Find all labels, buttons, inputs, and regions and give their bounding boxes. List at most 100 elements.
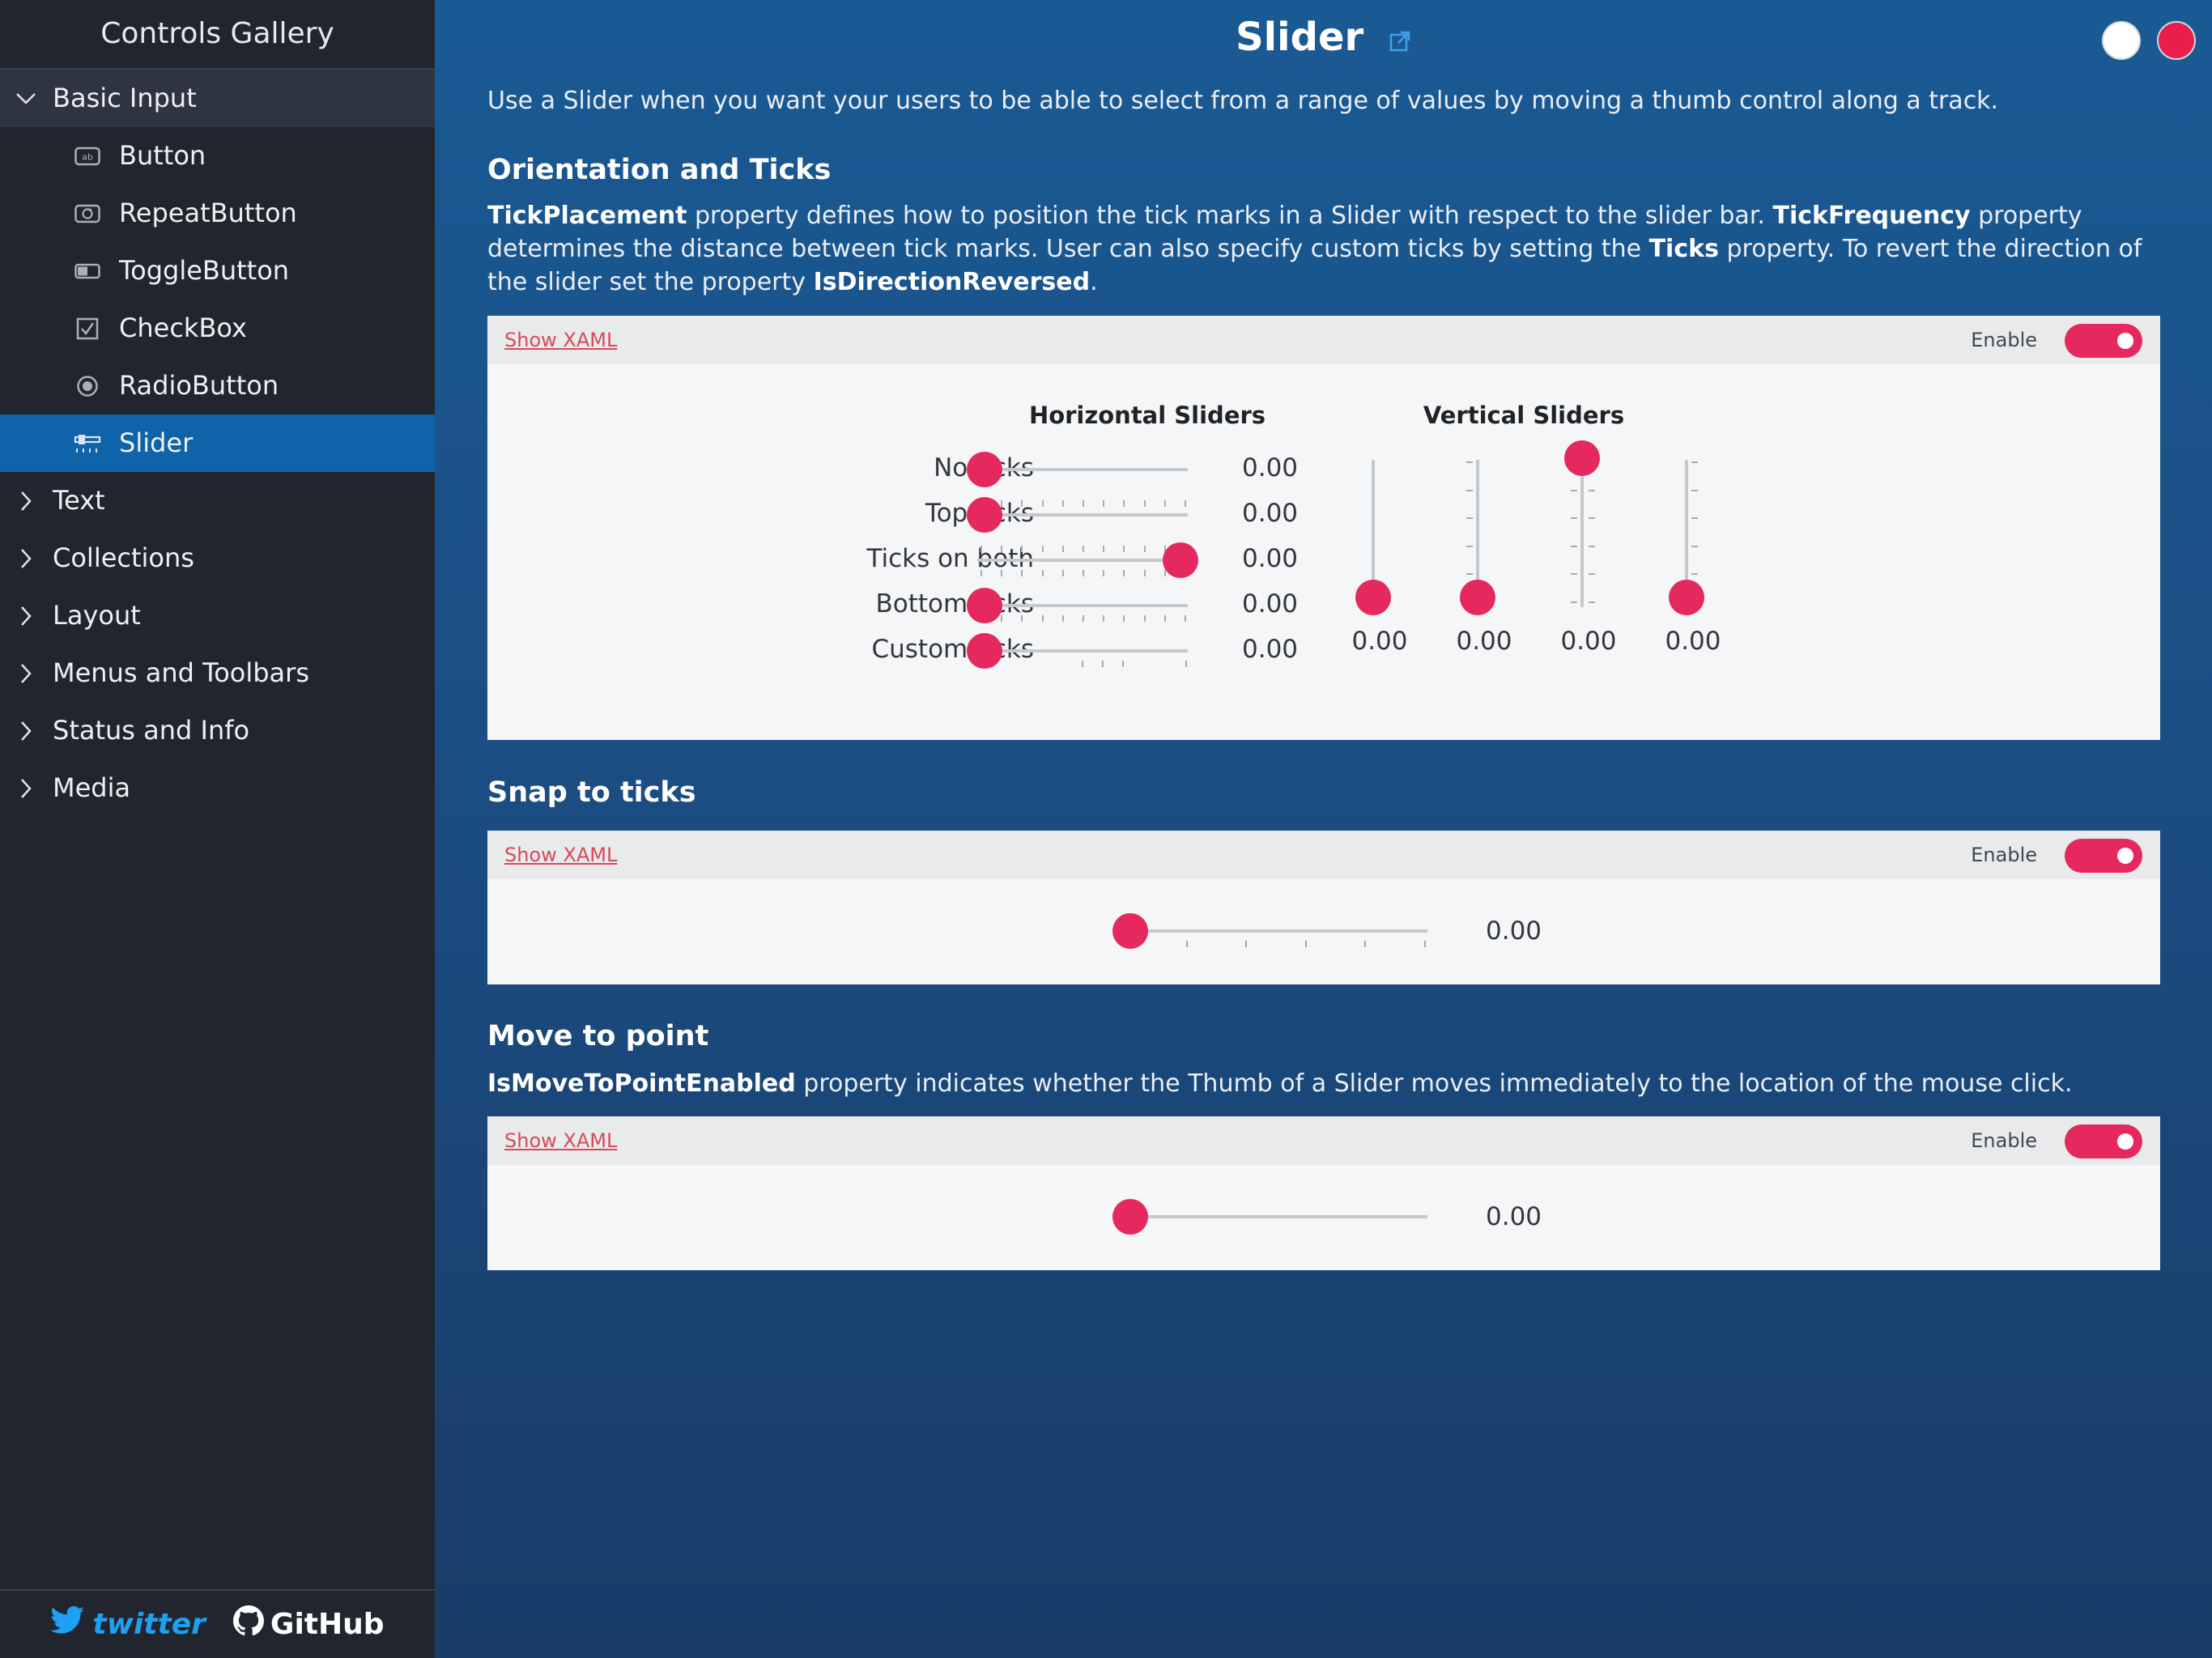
tick-mark [1144, 546, 1146, 552]
slider-thumb[interactable] [1112, 1199, 1148, 1235]
sidebar-item-radiobutton[interactable]: RadioButton [0, 357, 435, 414]
tick-mark [1042, 615, 1044, 622]
tick-mark [1123, 615, 1125, 622]
nav-group-label: Basic Input [53, 83, 197, 113]
open-external-icon[interactable] [1389, 17, 1411, 62]
slider-bottom-ticks[interactable] [977, 604, 1188, 607]
twitter-bird-icon [50, 1605, 86, 1643]
tick-mark [1144, 570, 1146, 576]
slider-value: 0.00 [1242, 589, 1299, 619]
tick-mark [1001, 615, 1002, 622]
keyword-ticks: Ticks [1648, 235, 1719, 263]
desc-text: property defines how to position the tic… [687, 202, 1773, 230]
snap-card: Show XAML Enable 0.00 [487, 831, 2160, 984]
sidebar-item-togglebutton[interactable]: ToggleButton [0, 242, 435, 300]
enable-toggle[interactable] [2065, 324, 2142, 358]
chevron-right-icon [15, 472, 37, 529]
card-toolbar: Show XAML Enable [487, 1116, 2160, 1165]
card-toolbar: Show XAML Enable [487, 831, 2160, 879]
tick-mark [1691, 517, 1698, 519]
tick-mark [1103, 570, 1104, 576]
slider-thumb[interactable] [967, 588, 1002, 623]
tick-mark [1424, 941, 1426, 947]
enable-toggle[interactable] [2065, 1124, 2142, 1158]
enable-toggle[interactable] [2065, 839, 2142, 873]
nav-group-basic-input[interactable]: Basic Input [0, 70, 435, 127]
nav-group-menus-and-toolbars[interactable]: Menus and Toolbars [0, 644, 435, 702]
sidebar-item-button[interactable]: ab Button [0, 127, 435, 185]
tick-mark [1123, 500, 1125, 507]
tick-mark [981, 570, 982, 576]
tick-mark [1186, 941, 1188, 947]
tick-mark [1082, 661, 1083, 667]
slider-thumb[interactable] [1355, 580, 1391, 615]
tick-mark [1466, 490, 1473, 491]
tick-mark [1102, 661, 1104, 667]
slider-custom-ticks[interactable] [977, 649, 1188, 653]
sidebar-item-slider[interactable]: Slider [0, 414, 435, 472]
tick-mark [981, 546, 982, 552]
slider-thumb[interactable] [967, 452, 1002, 487]
tick-mark [1571, 490, 1577, 491]
slider-thumb[interactable] [1460, 580, 1495, 615]
desc-text: . [1090, 268, 1098, 296]
slider-top-ticks[interactable] [977, 513, 1188, 517]
tick-mark [1103, 546, 1104, 552]
snap-slider[interactable] [1123, 929, 1427, 933]
slider-no-ticks[interactable] [977, 468, 1188, 471]
show-xaml-link[interactable]: Show XAML [504, 844, 617, 866]
nav-group-status-and-info[interactable]: Status and Info [0, 702, 435, 759]
show-xaml-link[interactable]: Show XAML [504, 329, 617, 351]
tick-mark [1021, 615, 1023, 622]
nav-group-media[interactable]: Media [0, 759, 435, 817]
toggle-button-icon [74, 260, 101, 283]
github-link[interactable]: GitHub [232, 1605, 385, 1643]
tick-mark [1021, 546, 1023, 552]
tick-mark [1691, 546, 1698, 547]
tick-mark [1083, 570, 1084, 576]
tick-mark [1001, 546, 1002, 552]
sidebar-item-repeatbutton[interactable]: RepeatButton [0, 185, 435, 242]
github-icon [232, 1605, 264, 1643]
tick-mark [1466, 517, 1473, 519]
vertical-slider-reversed[interactable] [1580, 460, 1584, 607]
slider-ticks-on-both[interactable] [977, 559, 1188, 562]
move-slider[interactable] [1123, 1215, 1427, 1218]
card-toolbar: Show XAML Enable [487, 316, 2160, 364]
tick-mark [1589, 546, 1595, 547]
tick-mark [1571, 546, 1577, 547]
show-xaml-link[interactable]: Show XAML [504, 1129, 617, 1152]
twitter-link[interactable]: twitter [50, 1605, 206, 1643]
tick-mark [1021, 570, 1023, 576]
slider-thumb[interactable] [1112, 913, 1148, 949]
tick-mark [1571, 602, 1577, 603]
sidebar-item-checkbox[interactable]: CheckBox [0, 300, 435, 357]
repeat-button-icon [74, 202, 101, 225]
nav-group-text[interactable]: Text [0, 472, 435, 529]
slider-thumb[interactable] [967, 633, 1002, 669]
slider-thumb[interactable] [967, 497, 1002, 533]
slider-value: 0.00 [1560, 627, 1617, 656]
tick-mark [1062, 570, 1064, 576]
main-content: Slider Use a Slider when you want your u… [435, 0, 2212, 1658]
slider-value: 0.00 [1242, 544, 1299, 573]
page-title-text: Slider [1236, 15, 1364, 60]
page-header: Slider [435, 0, 2212, 81]
chevron-right-icon [15, 702, 37, 759]
keyword-tickplacement: TickPlacement [487, 202, 687, 230]
sidebar-item-label: Slider [119, 427, 194, 458]
red-theme-button[interactable] [2157, 21, 2196, 60]
nav-group-collections[interactable]: Collections [0, 529, 435, 587]
app-title: Controls Gallery [0, 0, 435, 70]
slider-thumb[interactable] [1669, 580, 1704, 615]
page-description: Use a Slider when you want your users to… [487, 87, 1999, 115]
tick-mark [1083, 546, 1084, 552]
sidebar: Controls Gallery Basic Input ab Button R… [0, 0, 435, 1658]
light-theme-button[interactable] [2102, 21, 2141, 60]
nav-group-label: Text [53, 485, 105, 516]
slider-thumb[interactable] [1564, 440, 1600, 476]
slider-thumb[interactable] [1163, 542, 1198, 578]
sidebar-item-label: ToggleButton [119, 255, 290, 286]
nav-group-layout[interactable]: Layout [0, 587, 435, 644]
tick-mark [1144, 615, 1146, 622]
